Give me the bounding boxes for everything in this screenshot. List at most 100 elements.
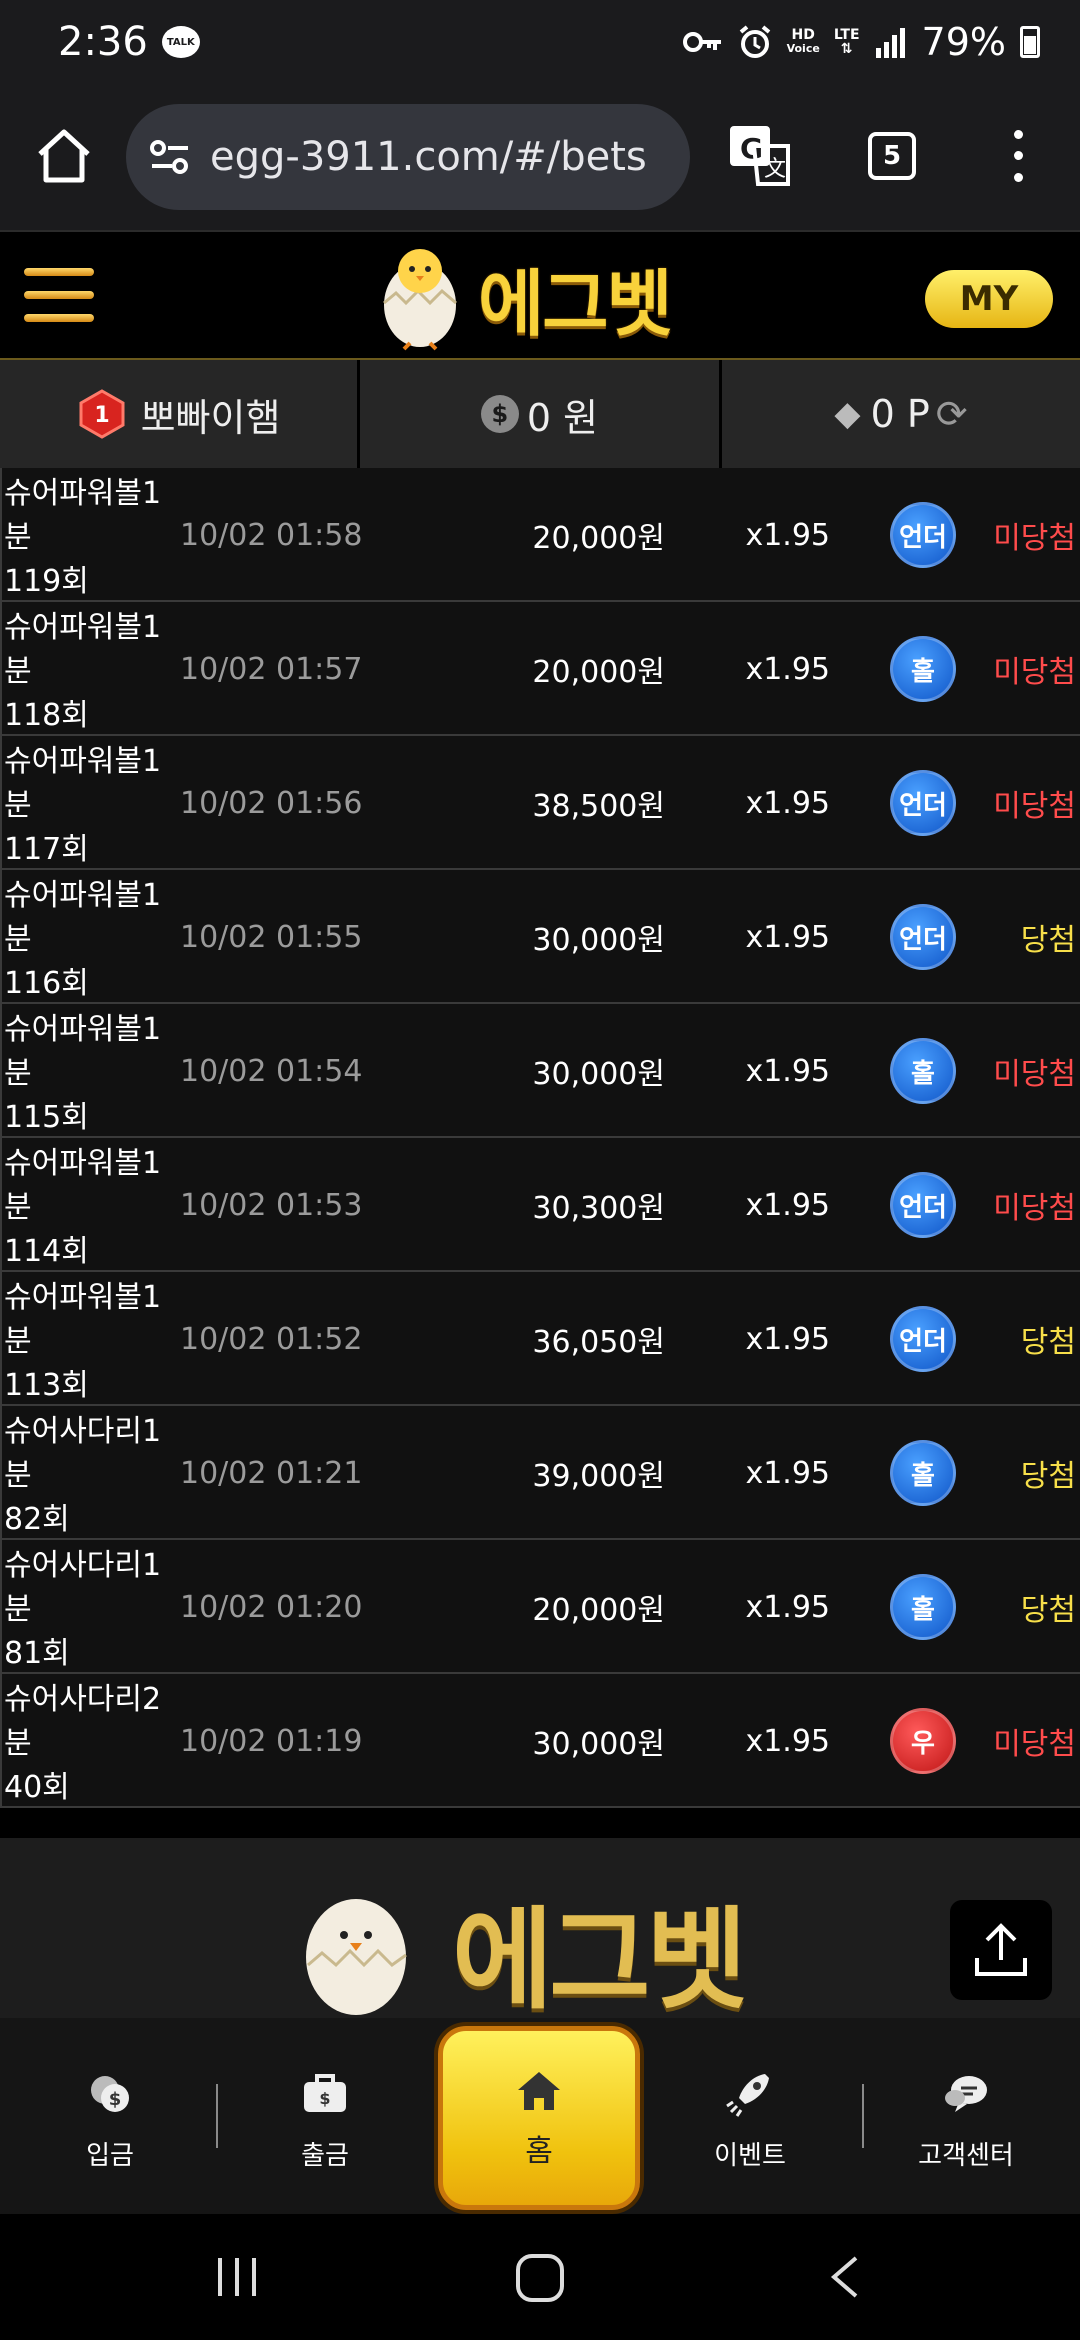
bet-result: 미당첨	[993, 521, 1076, 556]
nav-withdraw[interactable]: $ 출금	[255, 2068, 395, 2172]
site-logo[interactable]: 에그벳	[372, 240, 712, 354]
status-icons: HD Voice LTE ⇅ 79%	[682, 20, 1040, 64]
nav-withdraw-label: 출금	[301, 2141, 349, 2171]
username: 뽀빠이햄	[140, 395, 281, 440]
diamond-icon: ◆	[834, 394, 861, 434]
nav-home-label: 홈	[525, 2134, 553, 2169]
bet-result: 당첨	[1020, 1459, 1076, 1494]
bet-row: 슈어파워볼1 분 114회 10/02 01:53 30,300원 x1.95 언더 미당…	[0, 1138, 1080, 1272]
android-home-icon[interactable]	[514, 2252, 566, 2304]
bet-pick-ball: 홀	[890, 1440, 956, 1506]
chick-egg-icon	[383, 249, 457, 351]
nav-support[interactable]: 고객센터	[896, 2068, 1036, 2172]
bet-amount: 30,300원	[532, 1191, 665, 1226]
bet-game-name: 슈어사다리1 분 82회	[4, 1414, 162, 1537]
bet-game-name: 슈어사다리1 분 81회	[4, 1548, 162, 1671]
bet-game-name: 슈어파워볼1 분 115회	[4, 1012, 162, 1135]
point-balance: ◆ 0 P ⟳	[722, 360, 1080, 468]
my-page-button[interactable]: MY	[925, 270, 1053, 328]
bet-odds: x1.95	[745, 919, 830, 955]
kakaotalk-icon: TALK	[161, 26, 200, 58]
nav-event[interactable]: 이벤트	[680, 2068, 820, 2172]
bet-pick-ball: 홀	[890, 1574, 956, 1640]
lte-icon: LTE ⇅	[833, 27, 860, 57]
bet-odds: x1.95	[745, 1053, 830, 1089]
bet-amount: 38,500원	[532, 789, 665, 824]
bet-odds: x1.95	[745, 1455, 830, 1491]
browser-menu-icon[interactable]	[1000, 124, 1036, 188]
bet-time: 10/02 01:56	[180, 785, 363, 821]
bet-result: 미당첨	[993, 1727, 1076, 1762]
house-icon	[518, 2072, 560, 2110]
bet-odds: x1.95	[745, 651, 830, 687]
user-info-bar: 1 뽀빠이햄 $ 0 원 ◆ 0 P ⟳	[0, 360, 1080, 468]
home-icon[interactable]	[32, 124, 96, 188]
bottom-navigation: $ 입금 $ 출금 홈 이벤트 고객센터	[0, 2018, 1080, 2214]
bet-time: 10/02 01:57	[180, 651, 363, 687]
translate-icon[interactable]: G文	[728, 124, 790, 186]
bet-amount: 20,000원	[532, 521, 665, 556]
scroll-to-top-button[interactable]	[950, 1900, 1052, 2000]
bet-time: 10/02 01:20	[180, 1589, 363, 1625]
bet-row: 슈어파워볼1 분 116회 10/02 01:55 30,000원 x1.95 언더 당첨	[0, 870, 1080, 1004]
nav-deposit[interactable]: $ 입금	[40, 2068, 180, 2172]
bet-result: 미당첨	[993, 1057, 1076, 1092]
nav-home[interactable]: 홈	[438, 2026, 640, 2210]
chat-support-icon	[945, 2076, 987, 2112]
alarm-icon	[739, 25, 770, 58]
status-bar: 2:36 TALK HD Voice LTE ⇅ 79%	[0, 0, 1080, 84]
footer-logo-text: 에그벳	[452, 1896, 748, 2024]
bet-history-list: 슈어파워볼1 분 119회 10/02 01:58 20,000원 x1.95 언더 미당…	[0, 468, 1080, 1808]
bet-odds: x1.95	[745, 1723, 830, 1759]
money-balance: $ 0 원	[360, 360, 722, 468]
bet-game-name: 슈어파워볼1 분 119회	[4, 476, 162, 599]
site-settings-icon[interactable]	[148, 135, 192, 179]
bet-time: 10/02 01:53	[180, 1187, 363, 1223]
battery-percent: 79%	[921, 20, 1006, 64]
refresh-icon[interactable]: ⟳	[936, 392, 968, 436]
user-profile[interactable]: 1 뽀빠이햄	[0, 360, 360, 468]
upload-arrow-icon	[975, 1923, 1027, 1976]
bet-pick-ball: 언더	[890, 502, 956, 568]
url-text[interactable]: egg-3911.com/#/bets	[210, 134, 647, 180]
tab-switcher-button[interactable]: 5	[868, 132, 916, 180]
bet-time: 10/02 01:55	[180, 919, 363, 955]
bet-odds: x1.95	[745, 1321, 830, 1357]
point-value: 0 P	[870, 392, 930, 436]
bet-row: 슈어사다리2 분 40회 10/02 01:19 30,000원 x1.95 우 미당첨	[0, 1674, 1080, 1808]
bet-game-name: 슈어파워볼1 분 113회	[4, 1280, 162, 1403]
bet-time: 10/02 01:58	[180, 517, 363, 553]
status-time: 2:36	[58, 19, 148, 65]
svg-text:$: $	[319, 2089, 330, 2108]
bet-amount: 30,000원	[532, 923, 665, 958]
briefcase-icon: $	[304, 2074, 346, 2112]
bet-result: 당첨	[1020, 1593, 1076, 1628]
svg-text:1: 1	[94, 403, 109, 428]
bet-result: 미당첨	[993, 1191, 1076, 1226]
bet-amount: 20,000원	[532, 1593, 665, 1628]
nav-divider	[216, 2084, 218, 2148]
bet-pick-ball: 언더	[890, 1172, 956, 1238]
battery-icon	[1020, 26, 1040, 58]
rocket-icon	[726, 2074, 769, 2117]
chick-egg-icon	[306, 1899, 407, 2015]
level-badge-icon: 1	[79, 389, 125, 439]
browser-toolbar: egg-3911.com/#/bets G文 5	[0, 84, 1080, 230]
bet-pick-ball: 언더	[890, 1306, 956, 1372]
bet-time: 10/02 01:21	[180, 1455, 363, 1491]
hd-voice-icon: HD Voice	[786, 27, 820, 55]
hamburger-menu-icon[interactable]	[24, 262, 94, 328]
bet-row: 슈어파워볼1 분 119회 10/02 01:58 20,000원 x1.95 언더 미당…	[0, 468, 1080, 602]
url-bar[interactable]: egg-3911.com/#/bets	[126, 104, 690, 210]
money-value: 0 원	[526, 395, 599, 440]
bet-pick-ball: 우	[890, 1708, 956, 1774]
recent-apps-icon[interactable]	[214, 2254, 260, 2300]
nav-divider	[862, 2084, 864, 2148]
back-icon[interactable]	[826, 2254, 862, 2300]
bet-amount: 20,000원	[532, 655, 665, 690]
bet-odds: x1.95	[745, 1589, 830, 1625]
bet-pick-ball: 홀	[890, 636, 956, 702]
bet-pick-ball: 언더	[890, 904, 956, 970]
site-logo-text: 에그벳	[478, 261, 673, 346]
bet-row: 슈어사다리1 분 81회 10/02 01:20 20,000원 x1.95 홀 당첨	[0, 1540, 1080, 1674]
